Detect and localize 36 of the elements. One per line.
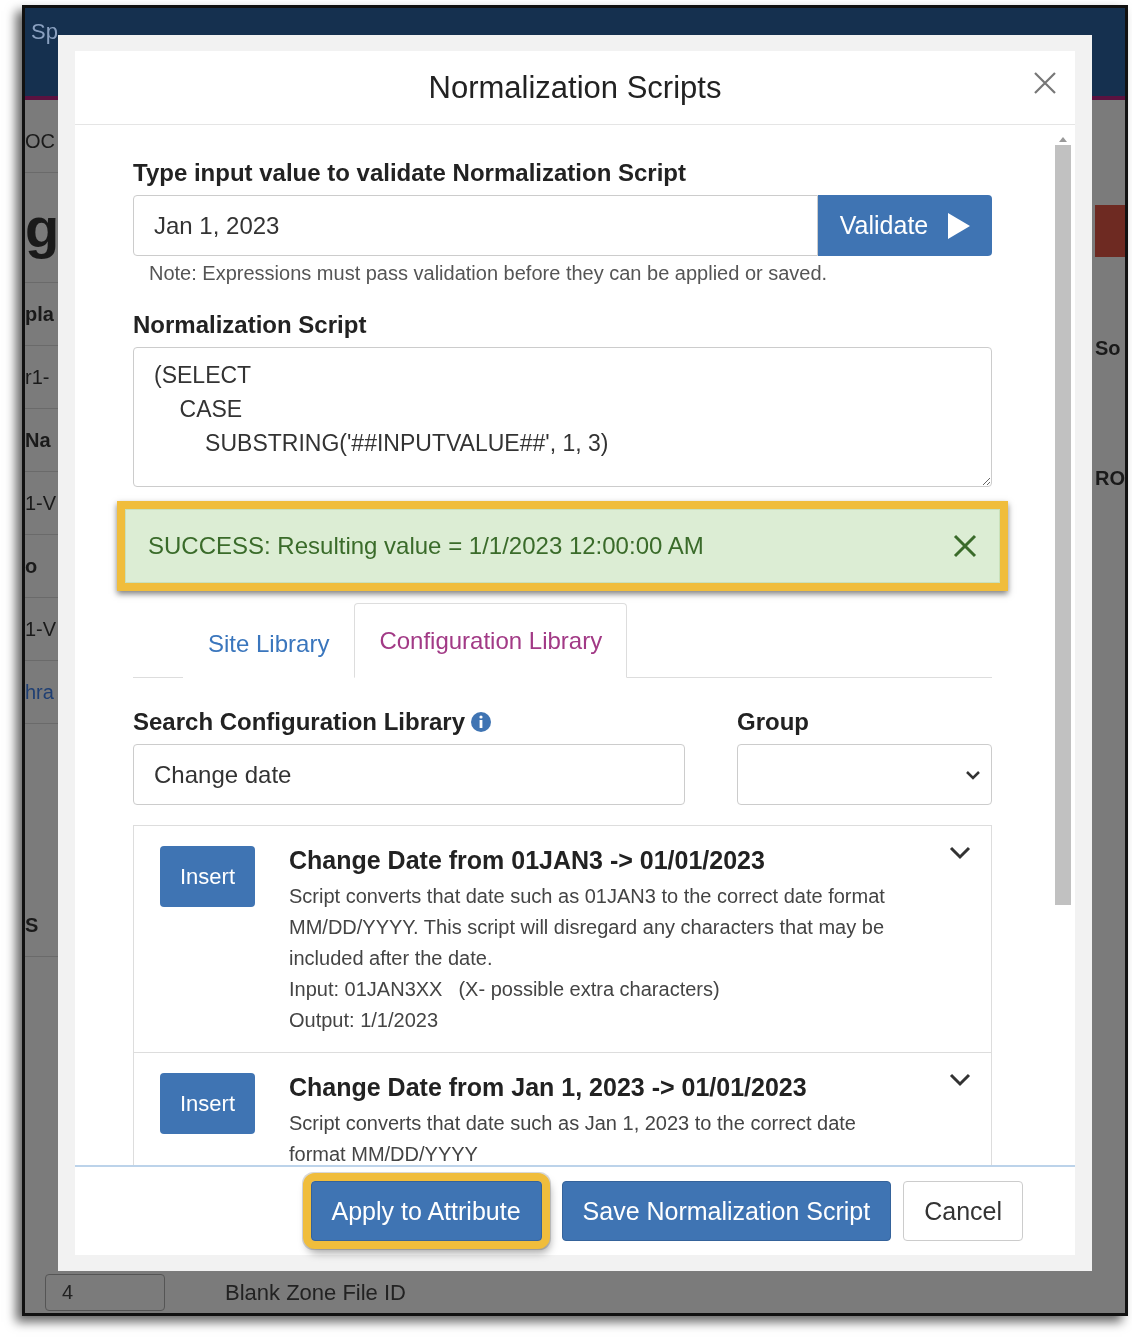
page-text: RO bbox=[1095, 466, 1125, 491]
page-field[interactable]: 4 bbox=[45, 1274, 165, 1311]
footer-button[interactable]: Save Normalization Script bbox=[561, 1181, 892, 1241]
label-text: Search Configuration Library bbox=[133, 708, 466, 736]
script-title: Change Date from 01JAN3 -> 01/01/2023 bbox=[289, 846, 766, 875]
insert-button[interactable]: Insert bbox=[160, 1073, 255, 1134]
chevron-down-icon bbox=[949, 1073, 971, 1087]
page-text: Blank Zone File ID bbox=[225, 1279, 406, 1306]
close-icon[interactable] bbox=[953, 534, 977, 558]
field-label: Normalization Script bbox=[133, 311, 368, 339]
alert-text: SUCCESS: Resulting value = 1/1/2023 12:00:00 AM bbox=[148, 532, 704, 560]
validate-button[interactable]: Validate bbox=[818, 195, 992, 256]
library-tab[interactable]: Configuration Library bbox=[354, 603, 628, 678]
field-label: Type input value to validate Normalization Script bbox=[133, 159, 687, 187]
input-note: (X- possible extra characters) bbox=[458, 977, 720, 1002]
app-title: Sp bbox=[31, 19, 58, 45]
field-label: Group bbox=[737, 708, 810, 736]
input-field[interactable]: Jan 1, 2023 bbox=[133, 195, 818, 256]
expand-toggle[interactable] bbox=[949, 1073, 971, 1087]
play-icon bbox=[948, 212, 971, 239]
search-field[interactable]: Change date bbox=[133, 744, 685, 805]
script-description: Script converts that date such as Jan 1, 2023 to the correct date format MM/DD/YYYY bbox=[289, 1111, 857, 1165]
info-icon[interactable] bbox=[471, 712, 492, 732]
insert-button[interactable]: Insert bbox=[160, 846, 255, 907]
example-output-text: Output: 1/1/2023 bbox=[289, 1008, 439, 1033]
footer-button[interactable]: Cancel bbox=[903, 1181, 1023, 1241]
chevron-down-icon bbox=[949, 846, 971, 860]
expand-toggle[interactable] bbox=[949, 846, 971, 860]
script-description: Script converts that date such as 01JAN3 to the correct date format MM/DD/YYYY. This script will disregard any characters that may be included after the date. bbox=[289, 884, 886, 971]
page-text: So bbox=[1095, 336, 1122, 361]
note-text: Note: Expressions must pass validation before they can be applied or saved. bbox=[149, 262, 829, 285]
script-field[interactable]: (SELECT CASE SUBSTRING('##INPUTVALUE##', 1, 3) bbox=[133, 347, 992, 487]
example-input-text: Input: 01JAN3XX bbox=[289, 977, 443, 1002]
script-title: Change Date from Jan 1, 2023 -> 01/01/2023 bbox=[289, 1073, 808, 1102]
chevron-down-icon bbox=[965, 769, 981, 780]
modal-title: Normalization Scripts bbox=[428, 69, 722, 106]
